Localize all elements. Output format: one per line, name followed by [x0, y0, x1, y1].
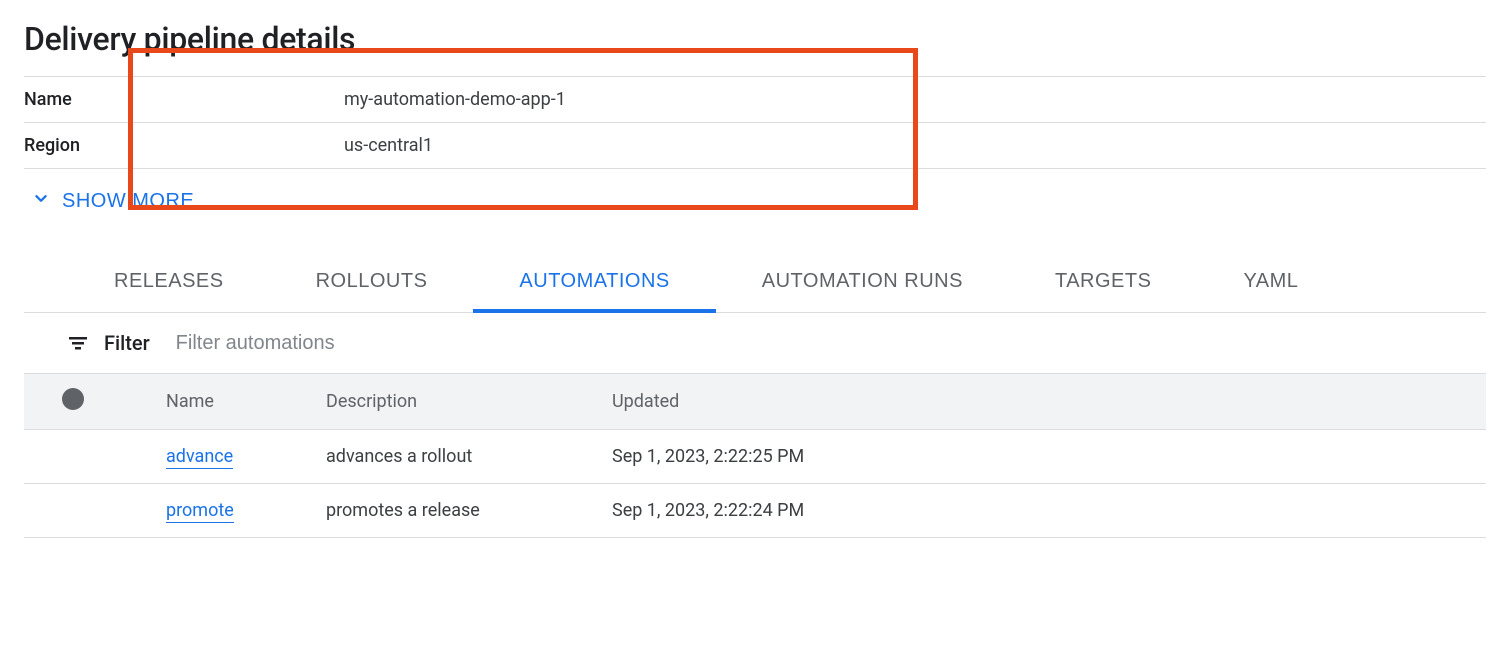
- tabs-container: RELEASES ROLLOUTS AUTOMATIONS AUTOMATION…: [24, 253, 1486, 313]
- detail-label-region: Region: [24, 135, 344, 156]
- table-cell-updated: Sep 1, 2023, 2:22:25 PM: [600, 430, 1486, 484]
- tab-releases[interactable]: RELEASES: [68, 254, 270, 313]
- tab-yaml[interactable]: YAML: [1197, 254, 1344, 313]
- detail-value-name: my-automation-demo-app-1: [344, 89, 566, 110]
- show-more-label: SHOW MORE: [62, 190, 194, 213]
- tab-automation-runs[interactable]: AUTOMATION RUNS: [716, 254, 1009, 313]
- automation-link-advance[interactable]: advance: [166, 446, 233, 469]
- tab-targets[interactable]: TARGETS: [1009, 254, 1197, 313]
- table-header-description: Description: [314, 374, 600, 430]
- table-cell-description: promotes a release: [314, 484, 600, 538]
- detail-row-name: Name my-automation-demo-app-1: [24, 76, 1486, 122]
- tab-automations[interactable]: AUTOMATIONS: [473, 254, 715, 313]
- table-cell-description: advances a rollout: [314, 430, 600, 484]
- table-header-updated: Updated: [600, 374, 1486, 430]
- page-title: Delivery pipeline details: [24, 0, 1486, 76]
- filter-icon: [66, 331, 90, 355]
- table-cell-updated: Sep 1, 2023, 2:22:24 PM: [600, 484, 1486, 538]
- detail-value-region: us-central1: [344, 135, 433, 156]
- chevron-down-icon: [30, 187, 52, 215]
- table-row: advance advances a rollout Sep 1, 2023, …: [24, 430, 1486, 484]
- tab-rollouts[interactable]: ROLLOUTS: [270, 254, 474, 313]
- filter-input[interactable]: [176, 332, 1474, 355]
- automations-table: Name Description Updated advance advance…: [24, 373, 1486, 538]
- filter-label: Filter: [104, 331, 150, 355]
- automation-link-promote[interactable]: promote: [166, 500, 234, 523]
- status-dot-icon: [62, 388, 84, 410]
- detail-label-name: Name: [24, 89, 344, 110]
- show-more-button[interactable]: SHOW MORE: [24, 169, 194, 239]
- filter-bar: Filter: [24, 313, 1486, 373]
- table-header-status: [24, 374, 154, 430]
- detail-row-region: Region us-central1: [24, 122, 1486, 169]
- table-header-name: Name: [154, 374, 314, 430]
- table-row: promote promotes a release Sep 1, 2023, …: [24, 484, 1486, 538]
